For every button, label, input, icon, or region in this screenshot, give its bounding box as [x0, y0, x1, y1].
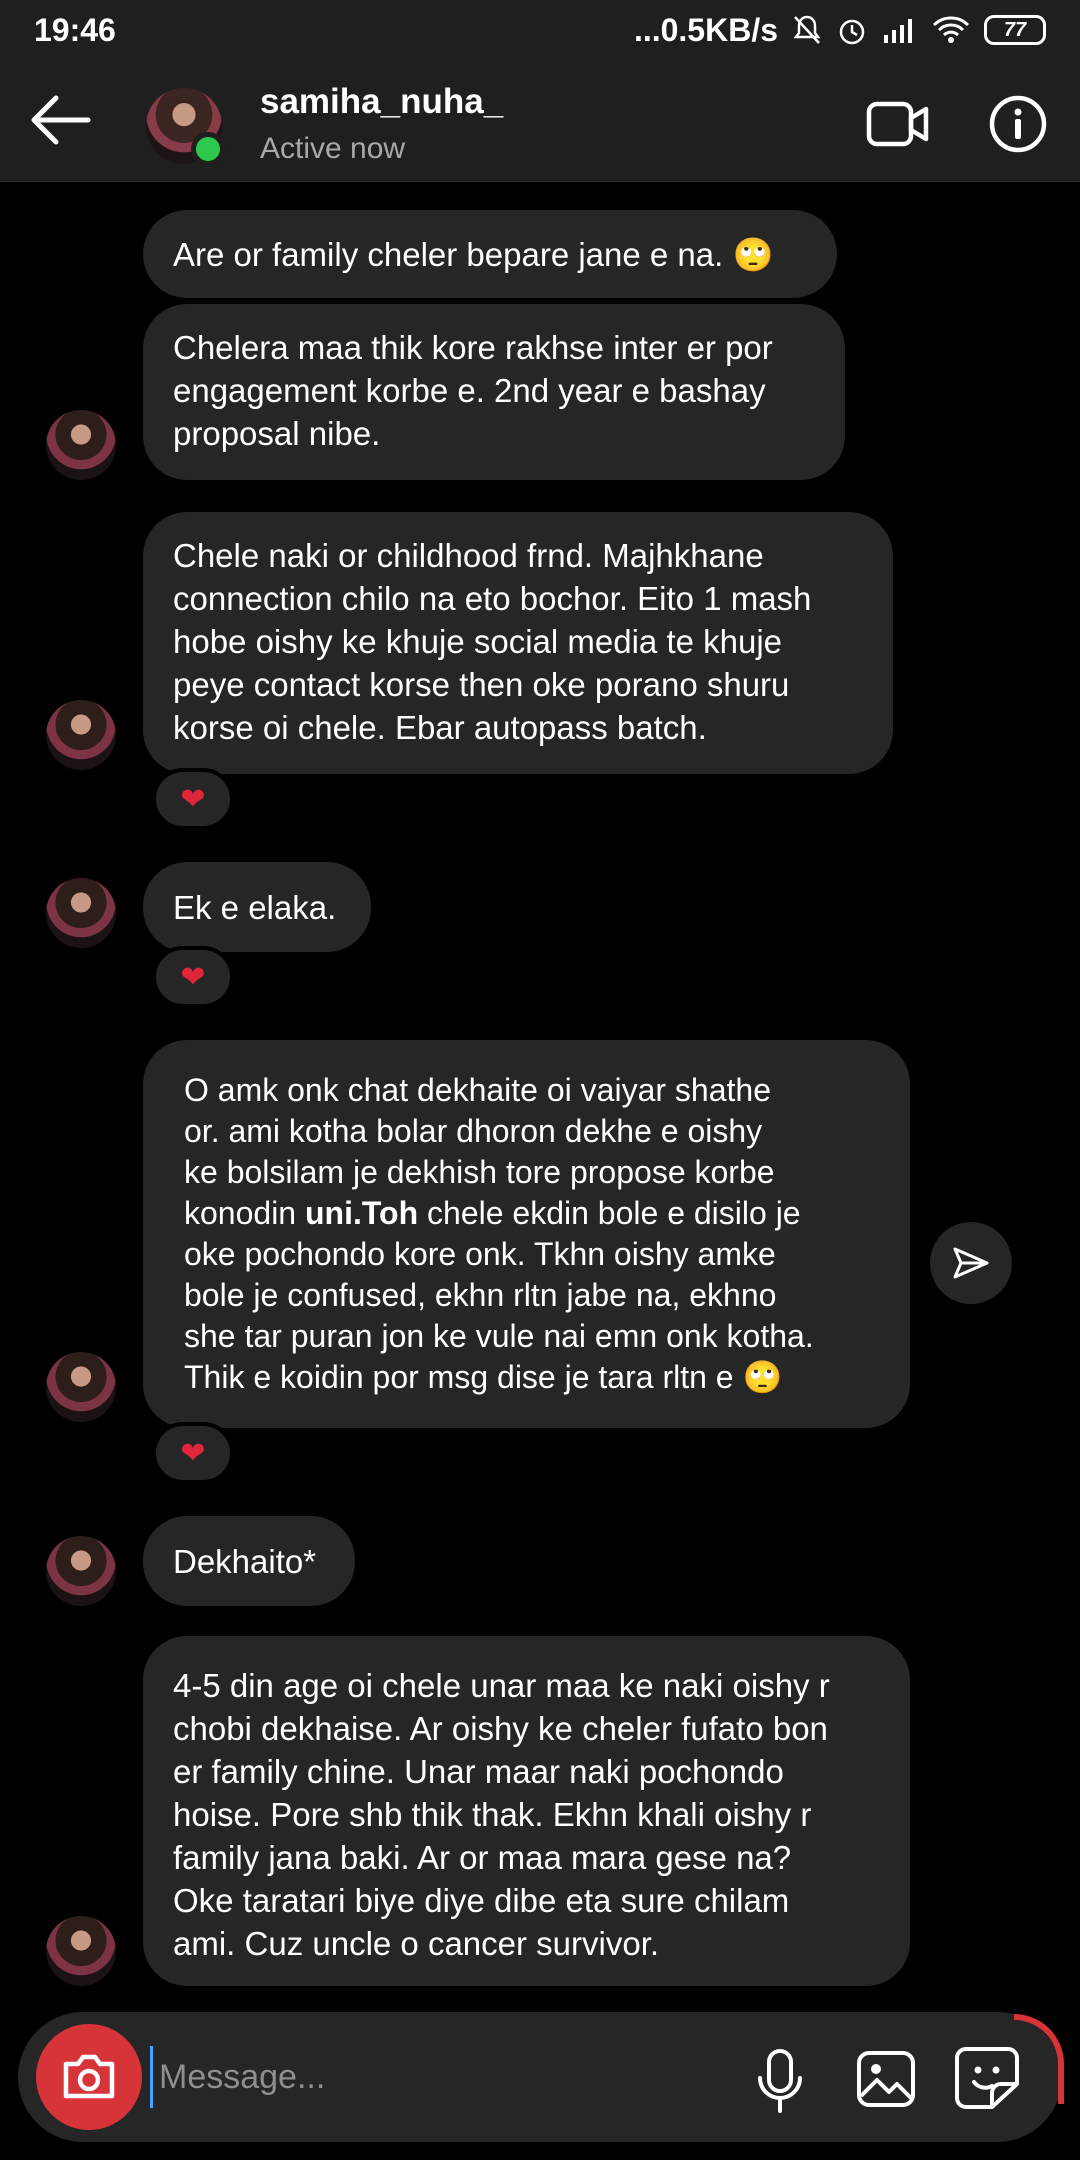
message-bubble[interactable]: Are or family cheler bepare jane e na. 🙄 — [143, 210, 837, 298]
share-button[interactable] — [930, 1222, 1012, 1304]
video-camera-icon[interactable] — [866, 98, 930, 150]
message-bold-text: uni.Toh — [304, 1195, 419, 1231]
heart-reaction[interactable]: ❤ — [152, 946, 234, 1008]
notification-edge — [1014, 2014, 1064, 2104]
battery-indicator: 77 — [984, 15, 1046, 45]
wifi-icon — [932, 16, 970, 43]
message-text: Dekhaito* — [173, 1542, 317, 1580]
mute-bell-icon — [793, 15, 821, 44]
sender-avatar[interactable] — [46, 1916, 116, 1986]
message-text: 4-5 din age oi chele unar maa ke naki oi… — [173, 1667, 830, 1962]
status-icons: ...0.5KB/s 77 — [634, 12, 1046, 49]
message-text: O amk onk chat dekhaite oi vaiyar shathe… — [184, 1070, 880, 1398]
message-composer — [18, 2012, 1064, 2142]
message-bubble[interactable]: O amk onk chat dekhaite oi vaiyar shathe… — [143, 1040, 910, 1428]
heart-reaction[interactable]: ❤ — [152, 768, 234, 830]
sticker-icon[interactable] — [954, 2046, 1020, 2110]
image-icon[interactable] — [856, 2050, 916, 2108]
message-text: Ek e elaka. — [173, 888, 337, 926]
active-status: Active now — [260, 132, 406, 165]
message-bubble[interactable]: Chele naki or childhood frnd. Majhkhane … — [143, 512, 893, 774]
network-speed: ...0.5KB/s — [633, 11, 778, 48]
sender-avatar[interactable] — [46, 410, 116, 480]
heart-icon: ❤ — [180, 1436, 206, 1470]
message-bubble[interactable]: 4-5 din age oi chele unar maa ke naki oi… — [143, 1636, 910, 1986]
sender-avatar[interactable] — [46, 1352, 116, 1422]
alarm-icon — [839, 19, 865, 45]
chat-header: samiha_nuha_ Active now — [0, 60, 1080, 182]
instagram-dm-screen: 19:46 ...0.5KB/s 77 samiha_nuha_ Active … — [0, 0, 1080, 2160]
heart-icon: ❤ — [180, 782, 206, 816]
signal-icon — [884, 19, 912, 43]
back-arrow-icon[interactable] — [26, 92, 96, 148]
info-icon[interactable] — [988, 94, 1048, 154]
status-time: 19:46 — [34, 11, 116, 48]
message-text: Chele naki or childhood frnd. Majhkhane … — [173, 537, 812, 746]
message-text: Are or family cheler bepare jane e na. 🙄 — [173, 235, 774, 273]
status-bar: 19:46 ...0.5KB/s 77 — [0, 0, 1080, 60]
message-bubble[interactable]: Chelera maa thik kore rakhse inter er po… — [143, 304, 845, 480]
chat-username[interactable]: samiha_nuha_ — [260, 82, 503, 122]
message-bubble[interactable]: Ek e elaka. — [143, 862, 371, 952]
camera-button[interactable] — [36, 2024, 142, 2130]
message-text: Chelera maa thik kore rakhse inter er po… — [173, 329, 773, 452]
heart-reaction[interactable]: ❤ — [152, 1422, 234, 1484]
send-icon — [953, 1247, 989, 1279]
message-input[interactable] — [150, 2046, 710, 2108]
sender-avatar[interactable] — [46, 1536, 116, 1606]
sender-avatar[interactable] — [46, 878, 116, 948]
heart-icon: ❤ — [180, 960, 206, 994]
sender-avatar[interactable] — [46, 700, 116, 770]
microphone-icon[interactable] — [752, 2048, 808, 2114]
message-bubble[interactable]: Dekhaito* — [143, 1516, 355, 1606]
online-indicator — [191, 132, 225, 166]
camera-icon — [63, 2054, 115, 2099]
